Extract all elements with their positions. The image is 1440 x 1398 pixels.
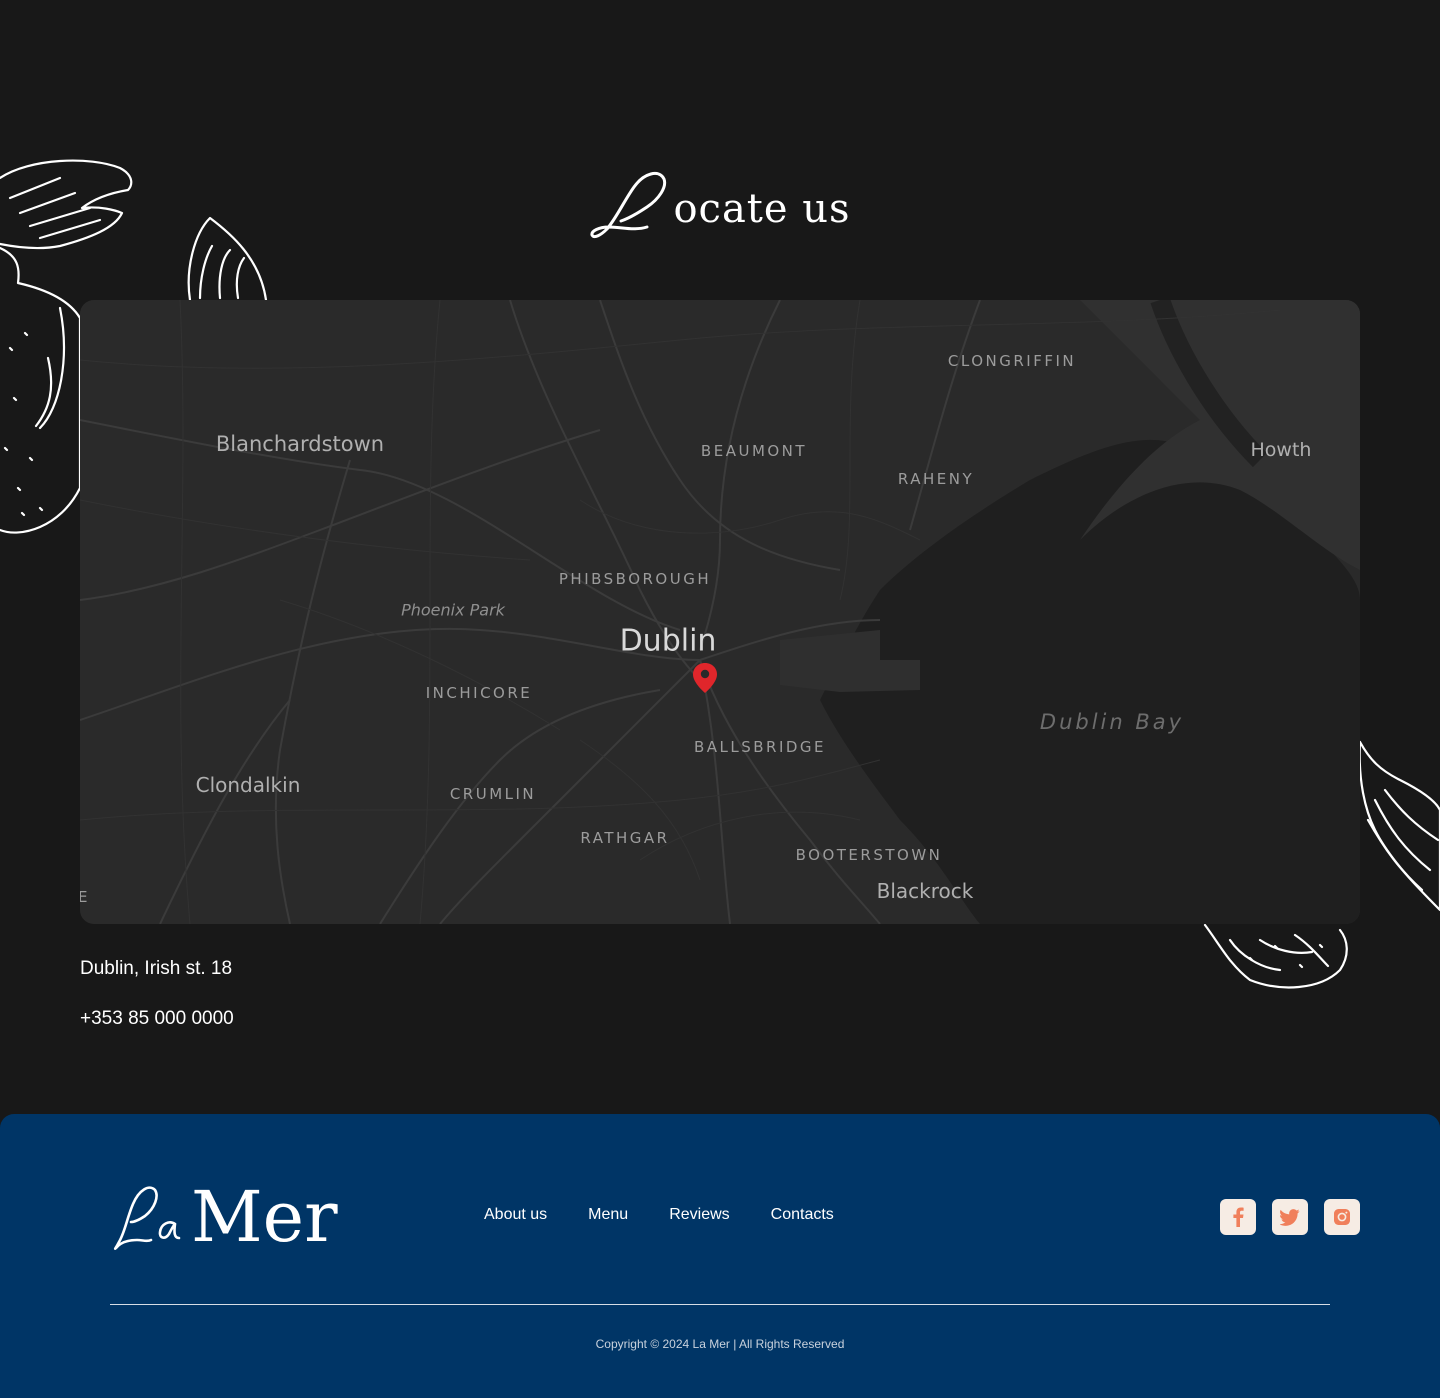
map-label-blackrock: Blackrock — [876, 879, 974, 903]
section-title-text: ocate us — [673, 186, 851, 232]
map-label-beaumont: BEAUMONT — [700, 442, 808, 460]
map-label-booterstown: BOOTERSTOWN — [795, 846, 943, 864]
social-links — [1220, 1199, 1360, 1235]
script-l-letter: L — [590, 171, 667, 239]
map-label-howth: Howth — [1250, 439, 1312, 461]
map-label-dublin-bay: Dublin Bay — [1039, 710, 1185, 734]
footer-nav: About us Menu Reviews Contacts — [484, 1206, 834, 1224]
map-background — [80, 300, 1360, 924]
instagram-icon — [1334, 1209, 1350, 1225]
phone-text[interactable]: +353 85 000 0000 — [80, 1008, 234, 1030]
facebook-button[interactable] — [1220, 1199, 1256, 1235]
footer: La Mer About us Menu Reviews Contacts — [0, 1114, 1440, 1398]
map-label-crumlin: CRUMLIN — [449, 785, 537, 803]
logo[interactable]: La Mer — [113, 1180, 338, 1252]
map-label-edge: E — [80, 888, 90, 906]
section-title: L ocate us — [0, 160, 1440, 250]
twitter-icon — [1280, 1208, 1300, 1226]
nav-about-us[interactable]: About us — [484, 1206, 547, 1224]
map-label-blanchardstown: Blanchardstown — [215, 432, 385, 456]
map-label-clondalkin: Clondalkin — [195, 773, 301, 797]
nav-reviews[interactable]: Reviews — [669, 1206, 729, 1224]
facebook-icon — [1233, 1207, 1244, 1227]
map-label-raheny: RAHENY — [897, 470, 975, 488]
map-label-rathgar: RATHGAR — [580, 829, 670, 847]
logo-wordmark: Mer — [191, 1176, 338, 1258]
nav-contacts[interactable]: Contacts — [771, 1206, 834, 1224]
location-pin-icon[interactable] — [692, 662, 718, 694]
map-label-clongriffin: CLONGRIFFIN — [947, 352, 1077, 370]
map-label-phibsborough: PHIBSBOROUGH — [558, 570, 712, 588]
instagram-button[interactable] — [1324, 1199, 1360, 1235]
map-label-ballsbridge: BALLSBRIDGE — [693, 738, 827, 756]
location-map[interactable]: CLONGRIFFIN Howth Blanchardstown BEAUMON… — [80, 300, 1360, 924]
twitter-button[interactable] — [1272, 1199, 1308, 1235]
address-text: Dublin, Irish st. 18 — [80, 958, 233, 979]
logo-script-la: La — [113, 1186, 181, 1251]
map-label-phoenix-park: Phoenix Park — [401, 600, 505, 620]
map-label-inchicore: INCHICORE — [425, 684, 533, 702]
footer-divider — [110, 1304, 1330, 1305]
copyright-text: Copyright © 2024 La Mer | All Rights Res… — [595, 1337, 845, 1351]
map-label-dublin: Dublin — [619, 623, 717, 659]
nav-menu[interactable]: Menu — [588, 1206, 628, 1224]
